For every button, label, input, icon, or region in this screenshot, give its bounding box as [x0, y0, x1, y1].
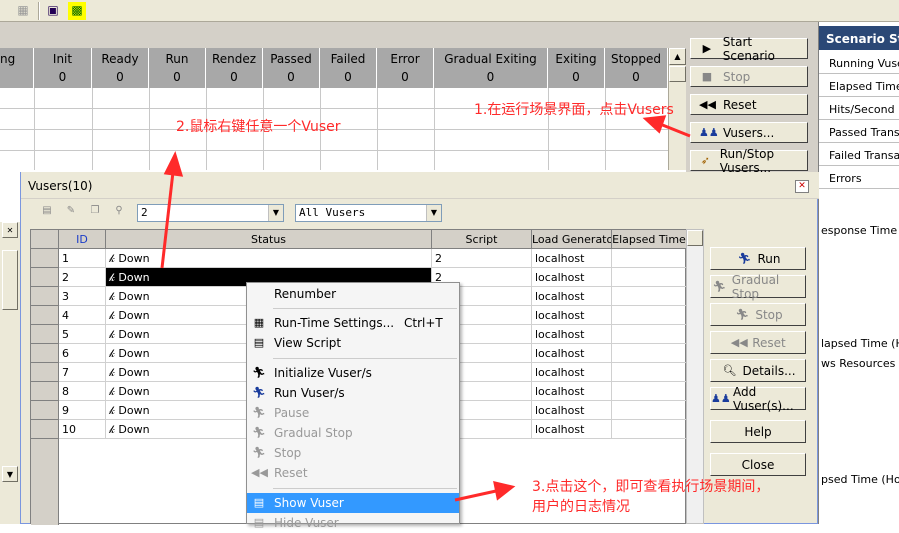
arrow-to-show-vuser: [454, 489, 497, 502]
annotation-arrows: [160, 115, 691, 502]
arrow-to-vuser-row: [160, 171, 175, 269]
arrowhead-3: [493, 481, 516, 501]
arrow-to-vusers-button: [659, 122, 691, 138]
arrowhead-1: [642, 115, 667, 134]
arrowhead-2: [163, 150, 184, 177]
